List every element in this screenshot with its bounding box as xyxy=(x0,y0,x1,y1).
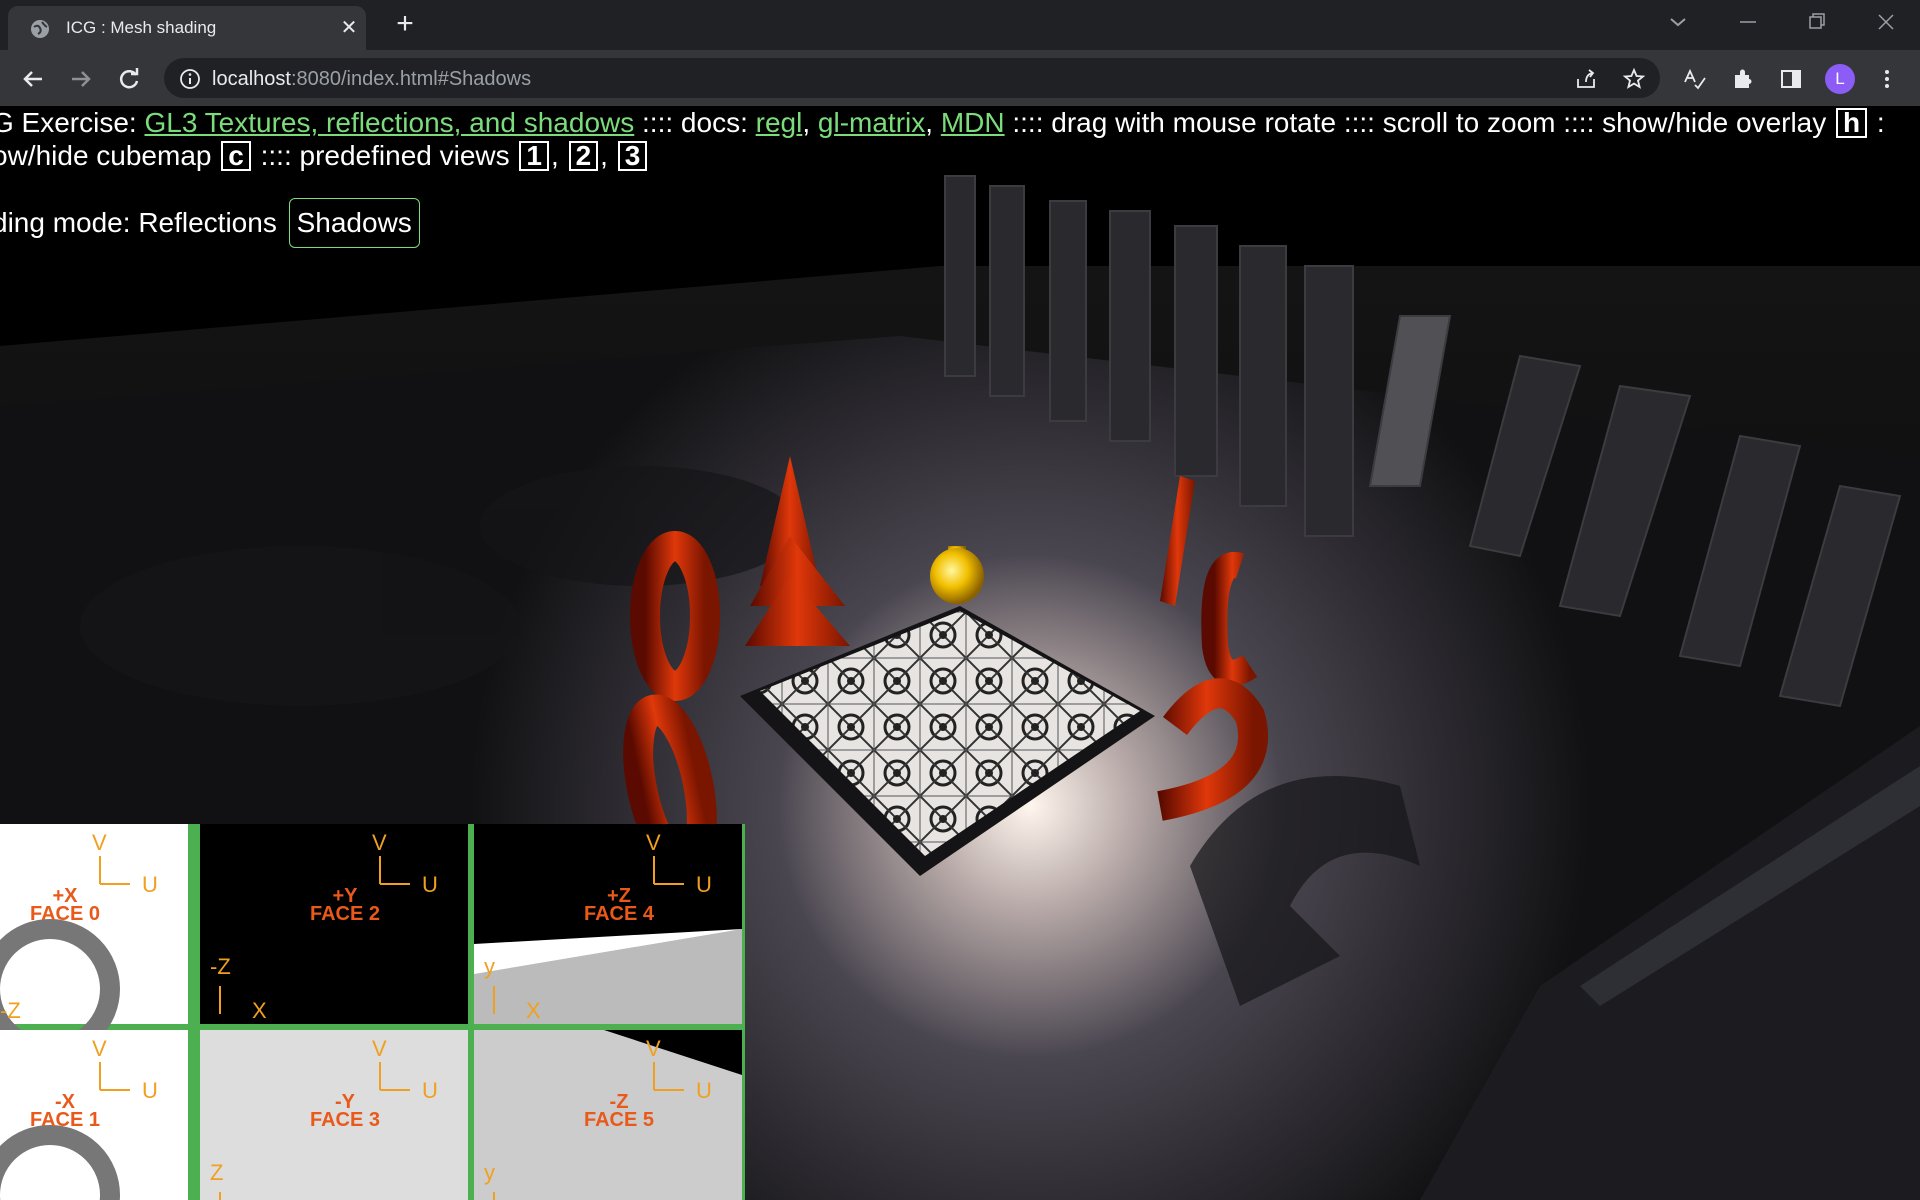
v-label: V xyxy=(372,1036,387,1061)
b-v-label: -Z xyxy=(210,954,231,979)
new-tab-button[interactable]: + xyxy=(390,9,420,40)
exercise-link[interactable]: GL3 Textures, reflections, and shadows xyxy=(144,107,634,138)
menu-dots-icon[interactable] xyxy=(1874,66,1900,92)
cubemap-faces: VU+XFACE 0-ZVU+YFACE 2-ZXVU+ZFACE 4yXVU-… xyxy=(0,824,742,1200)
shading-mode: ding mode: Reflections Shadows xyxy=(0,198,420,248)
cubemap-face-1: VU+YFACE 2-ZX xyxy=(200,824,468,1024)
cubemap-face-5: VU-ZFACE 5y xyxy=(474,1030,742,1200)
globe-icon xyxy=(31,20,49,38)
b-u-label: X xyxy=(526,998,541,1023)
b-v-label: y xyxy=(484,1160,495,1185)
reload-icon[interactable] xyxy=(114,64,144,94)
restore-icon[interactable] xyxy=(1798,8,1834,36)
b-v-label: y xyxy=(484,954,495,979)
gl-matrix-link[interactable]: gl-matrix xyxy=(818,107,925,138)
cubemap-panel: V U +X FACE 0 -Z V U +Y FACE 2 -Z X V U +Z FACE 4yXVU-… xyxy=(0,824,745,1200)
b-v-label: Z xyxy=(210,1160,223,1185)
extra-label: -Z xyxy=(0,998,21,1023)
url-host: localhost xyxy=(212,68,291,90)
close-window-icon[interactable] xyxy=(1868,8,1904,36)
overlay-line-2: ow/hide cubemap c :::: predefined views … xyxy=(0,139,1885,172)
u-label: U xyxy=(696,1078,712,1103)
views-hint: :::: predefined views xyxy=(252,140,518,171)
forward-icon[interactable] xyxy=(66,64,96,94)
face-name-label: FACE 0 xyxy=(30,903,100,925)
minimize-icon[interactable] xyxy=(1730,8,1766,36)
profile-avatar[interactable]: L xyxy=(1825,64,1855,94)
face-name-label: FACE 1 xyxy=(30,1109,100,1131)
view-1-key[interactable]: 1 xyxy=(519,141,549,171)
cubemap-face-0: VU+XFACE 0-Z xyxy=(0,824,188,1059)
b-u-label: X xyxy=(252,998,267,1023)
view-3-key[interactable]: 3 xyxy=(617,141,648,171)
u-label: U xyxy=(422,1078,438,1103)
controls-hint: :::: drag with mouse rotate :::: scroll … xyxy=(1004,107,1835,138)
cubemap-face-4: VU-YFACE 3Z xyxy=(200,1030,468,1200)
extensions-icon[interactable] xyxy=(1730,66,1756,92)
u-label: U xyxy=(142,872,158,897)
spellcheck-icon[interactable] xyxy=(1682,66,1708,92)
docs-label: :::: docs: xyxy=(634,107,756,138)
key-h: h xyxy=(1836,108,1868,138)
tab-search-icon[interactable] xyxy=(1660,8,1696,36)
browser-tab[interactable]: ICG : Mesh shading ✕ xyxy=(8,6,366,50)
cubemap-face-2: VU+ZFACE 4yX xyxy=(474,824,742,1024)
overlay-tail: : xyxy=(1869,107,1885,138)
v-label: V xyxy=(372,830,387,855)
info-icon[interactable] xyxy=(178,67,202,91)
help-overlay: G Exercise: GL3 Textures, reflections, a… xyxy=(0,106,1885,172)
face-name-label: FACE 4 xyxy=(584,903,655,925)
side-panel-icon[interactable] xyxy=(1778,66,1804,92)
u-label: U xyxy=(422,872,438,897)
url-path: :8080/index.html#Shadows xyxy=(290,68,532,90)
share-icon[interactable] xyxy=(1574,67,1598,91)
mode-label: ding mode: Reflections xyxy=(0,207,277,238)
overlay-line-1: G Exercise: GL3 Textures, reflections, a… xyxy=(0,106,1885,139)
overlay-prefix: G Exercise: xyxy=(0,107,145,138)
v-label: V xyxy=(646,1036,661,1061)
back-icon[interactable] xyxy=(18,64,48,94)
v-label: V xyxy=(646,830,661,855)
u-label: U xyxy=(142,1078,158,1103)
bookmark-star-icon[interactable] xyxy=(1622,67,1646,91)
v-label: V xyxy=(92,830,107,855)
tab-title: ICG : Mesh shading xyxy=(66,18,217,37)
view-2-key[interactable]: 2 xyxy=(568,141,599,171)
address-bar[interactable]: localhost:8080/index.html#Shadows xyxy=(164,58,1660,98)
regl-link[interactable]: regl xyxy=(756,107,803,138)
face-name-label: FACE 2 xyxy=(310,903,380,925)
u-label: U xyxy=(696,872,712,897)
v-label: V xyxy=(92,1036,107,1061)
webgl-canvas[interactable]: G Exercise: GL3 Textures, reflections, a… xyxy=(0,106,1920,1200)
face-name-label: FACE 5 xyxy=(584,1109,654,1131)
mdn-link[interactable]: MDN xyxy=(941,107,1005,138)
cubemap-hint: ow/hide cubemap xyxy=(0,140,220,171)
browser-toolbar: localhost:8080/index.html#Shadows xyxy=(0,50,1920,106)
close-tab-icon[interactable]: ✕ xyxy=(338,17,360,39)
face-name-label: FACE 3 xyxy=(310,1109,380,1131)
tab-strip: ICG : Mesh shading ✕ + xyxy=(0,0,1920,50)
cubemap-face-3: VU-XFACE 1 xyxy=(0,1030,188,1200)
key-c: c xyxy=(221,141,251,171)
url-text: localhost:8080/index.html#Shadows xyxy=(212,68,531,91)
shadows-mode-button[interactable]: Shadows xyxy=(288,198,420,248)
